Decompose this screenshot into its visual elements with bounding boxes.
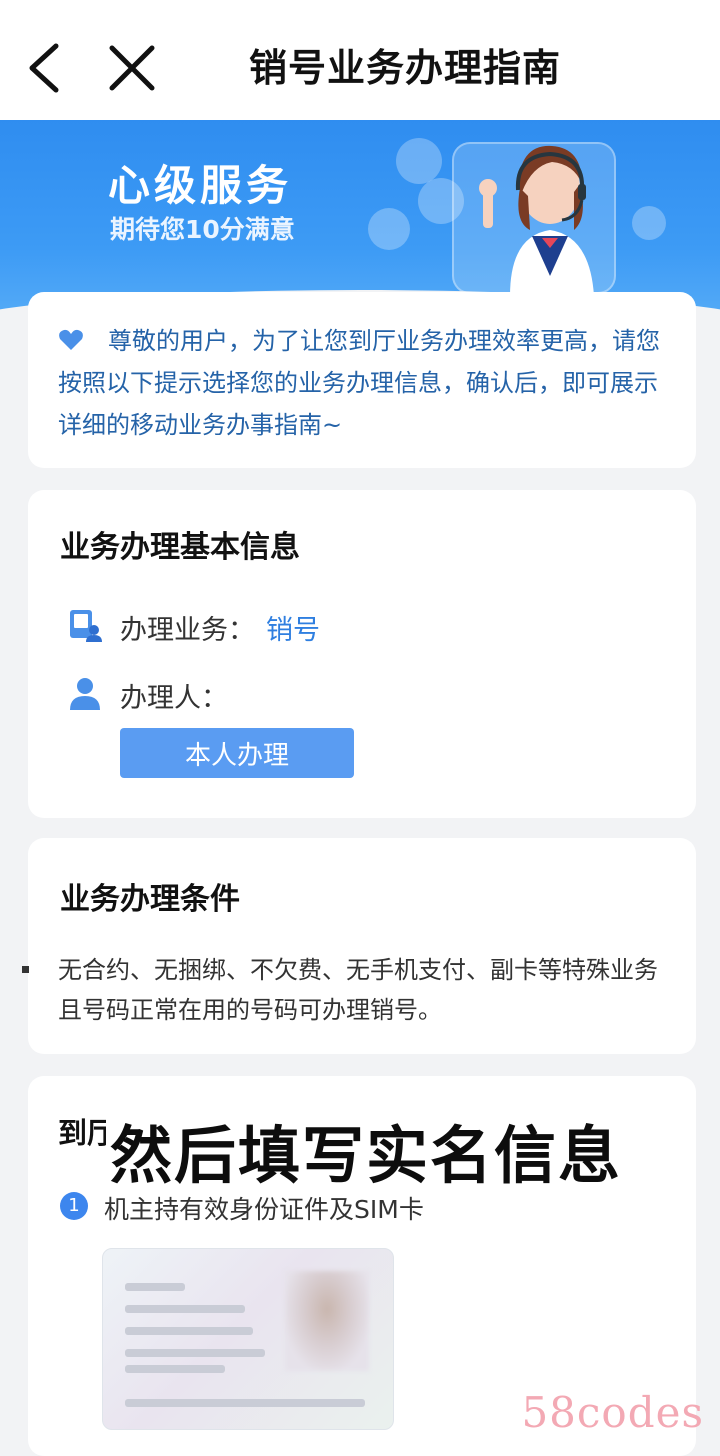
- decor-bubble: [368, 208, 410, 250]
- id-card-line: [125, 1349, 265, 1357]
- watermark: 58codes: [521, 1388, 704, 1437]
- banner-title: 心级服务: [108, 161, 293, 210]
- top-nav-bar: 销号业务办理指南: [0, 0, 720, 120]
- page-title: 销号业务办理指南: [248, 46, 561, 90]
- user-icon: [70, 678, 100, 710]
- business-label: 办理业务：: [120, 615, 255, 646]
- heart-icon: [59, 329, 83, 350]
- decor-bubble: [632, 206, 666, 240]
- conditions-title: 业务办理条件: [60, 882, 240, 917]
- close-icon[interactable]: [106, 42, 158, 94]
- id-card-line: [125, 1283, 185, 1291]
- overlay-caption: 然后填写实名信息: [110, 1119, 623, 1192]
- id-card-line: [125, 1327, 253, 1335]
- notice-card: 尊敬的用户，为了让您到厅业务办理效率更高，请您按照以下提示选择您的业务办理信息，…: [28, 292, 696, 468]
- decor-bubble: [396, 138, 442, 184]
- steps-title-partial: 到厅: [58, 1116, 106, 1150]
- banner-subtitle: 期待您10分满意: [110, 215, 295, 244]
- id-card-line: [125, 1399, 365, 1407]
- business-value[interactable]: 销号: [266, 608, 320, 647]
- service-agent-illustration: [479, 145, 594, 296]
- id-card-image: [102, 1248, 394, 1430]
- chevron-left-icon[interactable]: [22, 40, 66, 96]
- step-text: 机主持有效身份证件及SIM卡: [104, 1195, 424, 1224]
- id-card-line: [125, 1365, 225, 1373]
- basic-info-title: 业务办理基本信息: [60, 530, 300, 565]
- notice-text: 尊敬的用户，为了让您到厅业务办理效率更高，请您按照以下提示选择您的业务办理信息，…: [58, 327, 660, 439]
- id-card-photo: [285, 1271, 369, 1371]
- id-card-line: [125, 1305, 245, 1313]
- bullet-dot: [22, 966, 29, 973]
- handler-label: 办理人：: [120, 683, 228, 714]
- notice-text-block: 尊敬的用户，为了让您到厅业务办理效率更高，请您按照以下提示选择您的业务办理信息，…: [58, 320, 670, 446]
- step-number-badge: 1: [60, 1192, 88, 1220]
- conditions-card: 业务办理条件 无合约、无捆绑、不欠费、无手机支付、副卡等特殊业务且号码正常在用的…: [22, 838, 696, 1054]
- business-doc-icon: [70, 610, 102, 642]
- conditions-text: 无合约、无捆绑、不欠费、无手机支付、副卡等特殊业务且号码正常在用的号码可办理销号…: [58, 956, 658, 1024]
- self-handle-button[interactable]: 本人办理: [120, 728, 354, 778]
- basic-info-card: 业务办理基本信息 办理业务： 销号 办理人： 本人办理: [28, 490, 696, 818]
